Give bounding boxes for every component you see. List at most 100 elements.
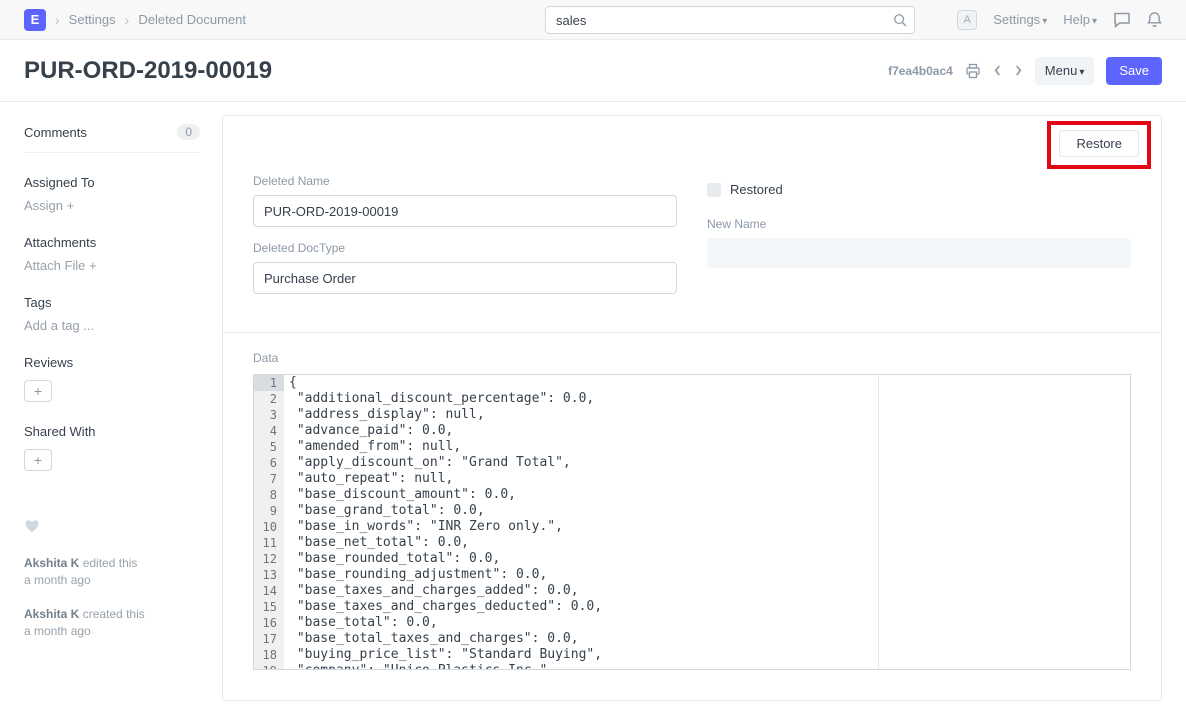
code-line: 5 "amended_from": null, [254,439,1130,455]
breadcrumb-deleted-document[interactable]: Deleted Document [138,12,246,27]
shared-with-label: Shared With [24,424,200,439]
chevron-down-icon: ▾ [1079,67,1084,78]
tags-section: Tags Add a tag ... [24,295,200,333]
code-line: 15 "base_taxes_and_charges_deducted": 0.… [254,599,1130,615]
code-text: "company": "Unico Plastics Inc.", [284,663,555,670]
form-sidebar: Comments 0 Assigned To Assign + Attachme… [24,102,200,641]
deleted-doctype-input[interactable] [253,262,677,294]
line-number: 13 [254,567,284,583]
code-line: 16 "base_total": 0.0, [254,615,1130,631]
code-text: "apply_discount_on": "Grand Total", [284,455,571,471]
settings-dropdown[interactable]: Settings▾ [993,12,1047,27]
restore-button[interactable]: Restore [1059,130,1139,157]
form-card: Restore Deleted Name Deleted DocType [222,115,1162,701]
line-number: 10 [254,519,284,535]
code-line: 2 "additional_discount_percentage": 0.0, [254,391,1130,407]
code-line: 17 "base_total_taxes_and_charges": 0.0, [254,631,1130,647]
app-logo[interactable]: E [24,9,46,31]
code-line: 14 "base_taxes_and_charges_added": 0.0, [254,583,1130,599]
search-input[interactable] [545,6,915,34]
code-line: 1 { [254,375,1130,391]
line-number: 3 [254,407,284,423]
page-actions: f7ea4b0ac4 Menu▾ Save [888,57,1162,85]
shared-with-section: Shared With + [24,424,200,471]
code-line: 3 "address_display": null, [254,407,1130,423]
chevron-down-icon: ▾ [1042,16,1047,27]
assigned-to-section: Assigned To Assign + [24,175,200,213]
json-code-editor[interactable]: 1 { 2 "additional_discount_percentage": … [253,374,1131,670]
page-body: Comments 0 Assigned To Assign + Attachme… [0,102,1186,701]
code-text: "base_discount_amount": 0.0, [284,487,516,503]
deleted-name-input[interactable] [253,195,677,227]
code-text: "auto_repeat": null, [284,471,453,487]
breadcrumb-separator-icon: › [55,13,60,27]
details-section: Deleted Name Deleted DocType Restored Ne… [223,160,1161,333]
code-line: 8 "base_discount_amount": 0.0, [254,487,1130,503]
reviews-section: Reviews + [24,355,200,402]
code-text: "base_rounded_total": 0.0, [284,551,500,567]
create-history-entry: Akshita K created this a month ago [24,606,200,641]
breadcrumb-separator-icon: › [125,13,130,27]
add-tag-input[interactable]: Add a tag ... [24,318,200,333]
print-icon[interactable] [965,63,981,79]
chat-icon[interactable] [1113,12,1131,28]
attach-file-link[interactable]: Attach File + [24,258,200,273]
line-number: 14 [254,583,284,599]
code-text: "advance_paid": 0.0, [284,423,453,439]
assign-link[interactable]: Assign + [24,198,200,213]
line-number: 6 [254,455,284,471]
code-text: "base_grand_total": 0.0, [284,503,485,519]
new-name-input[interactable] [707,238,1131,268]
menu-button[interactable]: Menu▾ [1035,57,1095,85]
code-text: "amended_from": null, [284,439,461,455]
code-lines: 1 { 2 "additional_discount_percentage": … [254,375,1130,670]
comments-label: Comments [24,125,87,140]
code-line: 4 "advance_paid": 0.0, [254,423,1130,439]
save-button[interactable]: Save [1106,57,1162,85]
sidebar-item-comments[interactable]: Comments 0 [24,118,200,153]
document-hash: f7ea4b0ac4 [888,64,953,78]
restored-checkbox[interactable] [707,183,721,197]
line-number: 2 [254,391,284,407]
left-column: Deleted Name Deleted DocType [253,174,677,308]
code-line: 9 "base_grand_total": 0.0, [254,503,1130,519]
line-number: 9 [254,503,284,519]
next-document-icon[interactable] [1014,64,1023,77]
line-number: 15 [254,599,284,615]
line-number: 7 [254,471,284,487]
comments-count-badge: 0 [177,124,200,140]
restored-label: Restored [730,182,783,197]
code-line: 13 "base_rounding_adjustment": 0.0, [254,567,1130,583]
prev-document-icon[interactable] [993,64,1002,77]
code-text: "additional_discount_percentage": 0.0, [284,391,594,407]
data-label: Data [253,351,1131,365]
restored-field: Restored [707,182,1131,197]
user-avatar[interactable]: A [957,10,977,30]
add-share-button[interactable]: + [24,449,52,471]
line-number: 4 [254,423,284,439]
code-line: 6 "apply_discount_on": "Grand Total", [254,455,1130,471]
help-dropdown[interactable]: Help▾ [1063,12,1097,27]
like-heart-icon[interactable] [24,519,200,533]
line-number: 16 [254,615,284,631]
line-number: 17 [254,631,284,647]
chevron-down-icon: ▾ [1092,16,1097,27]
assigned-to-label: Assigned To [24,175,200,190]
line-number: 1 [254,375,284,391]
deleted-name-field: Deleted Name [253,174,677,227]
add-review-button[interactable]: + [24,380,52,402]
search-icon[interactable] [893,13,907,27]
code-line: 19 "company": "Unico Plastics Inc.", [254,663,1130,670]
deleted-name-label: Deleted Name [253,174,677,188]
code-text: "address_display": null, [284,407,485,423]
attachments-section: Attachments Attach File + [24,235,200,273]
code-text: "base_rounding_adjustment": 0.0, [284,567,547,583]
deleted-doctype-label: Deleted DocType [253,241,677,255]
line-number: 8 [254,487,284,503]
code-line: 18 "buying_price_list": "Standard Buying… [254,647,1130,663]
code-line: 7 "auto_repeat": null, [254,471,1130,487]
notifications-bell-icon[interactable] [1147,11,1162,28]
right-column: Restored New Name [707,174,1131,308]
card-toolbar: Restore [223,116,1161,160]
breadcrumb-settings[interactable]: Settings [69,12,116,27]
